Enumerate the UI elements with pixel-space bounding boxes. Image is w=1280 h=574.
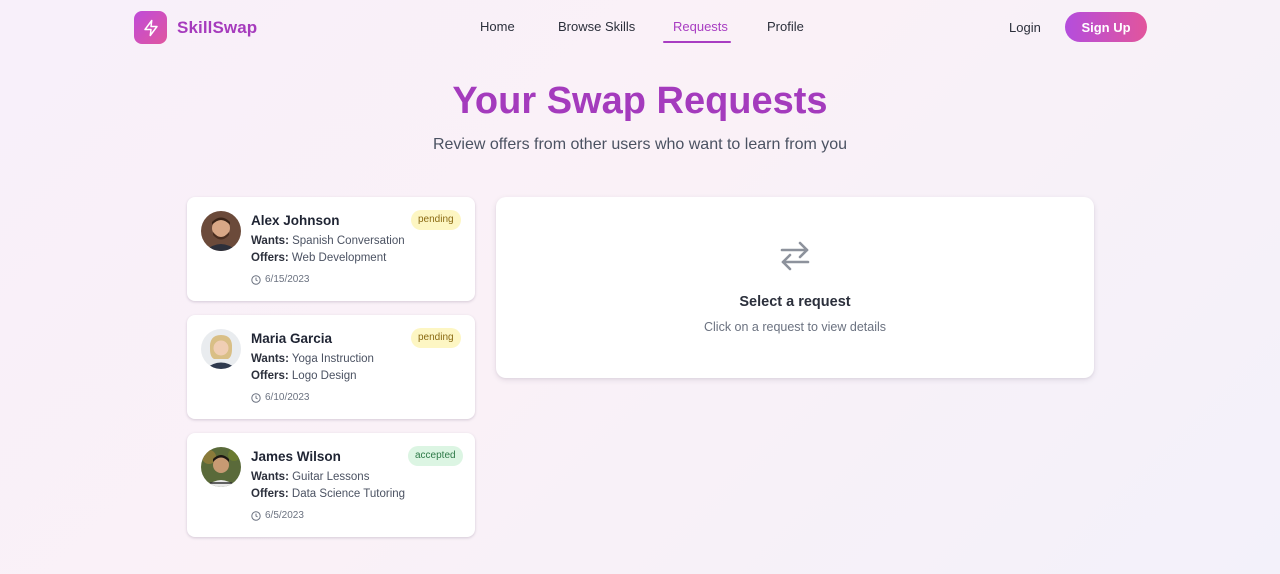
page-subtitle: Review offers from other users who want … [432, 136, 848, 153]
offers-label: Offers: [251, 370, 289, 382]
wants-value: Yoga Instruction [291, 353, 374, 365]
active-nav-indicator [663, 41, 731, 43]
nav-home[interactable]: Home [480, 19, 515, 34]
swap-arrows-icon [778, 239, 812, 278]
request-card[interactable]: Maria Garcia pending Wants: Yoga Instruc… [187, 315, 475, 419]
wants-value: Spanish Conversation [292, 235, 405, 247]
wants-label: Wants: [251, 235, 289, 247]
offers-line: Offers: Logo Design [251, 370, 356, 382]
clock-icon [251, 392, 261, 403]
requester-name: Maria Garcia [251, 331, 333, 346]
requester-name: James Wilson [251, 449, 341, 464]
brand-logo-link[interactable]: SkillSwap [134, 11, 257, 44]
nav-requests[interactable]: Requests [673, 19, 728, 34]
date-value: 6/10/2023 [265, 392, 310, 403]
date-value: 6/15/2023 [265, 274, 310, 285]
nav-browse-skills[interactable]: Browse Skills [558, 19, 635, 34]
offers-line: Offers: Web Development [251, 252, 386, 264]
lightning-bolt-icon [134, 11, 167, 44]
wants-label: Wants: [251, 471, 289, 483]
wants-label: Wants: [251, 353, 289, 365]
offers-label: Offers: [251, 252, 289, 264]
request-card[interactable]: James Wilson accepted Wants: Guitar Less… [187, 433, 475, 537]
status-badge: pending [411, 210, 461, 230]
empty-state-subtitle: Click on a request to view details [703, 320, 887, 334]
offers-value: Logo Design [291, 370, 357, 382]
request-card[interactable]: Alex Johnson pending Wants: Spanish Conv… [187, 197, 475, 301]
status-badge: accepted [408, 446, 463, 466]
signup-button[interactable]: Sign Up [1065, 12, 1147, 42]
wants-value: Guitar Lessons [292, 471, 370, 483]
request-date: 6/10/2023 [251, 392, 310, 403]
empty-state-title: Select a request [739, 294, 851, 310]
offers-label: Offers: [251, 488, 289, 500]
offers-value: Data Science Tutoring [291, 488, 406, 500]
request-date: 6/15/2023 [251, 274, 310, 285]
brand-name: SkillSwap [177, 17, 258, 37]
offers-value: Web Development [291, 252, 387, 264]
wants-line: Wants: Spanish Conversation [251, 235, 405, 247]
nav-profile[interactable]: Profile [767, 19, 804, 34]
clock-icon [251, 510, 261, 521]
wants-line: Wants: Guitar Lessons [251, 471, 369, 483]
requester-name: Alex Johnson [251, 213, 340, 228]
wants-line: Wants: Yoga Instruction [251, 353, 374, 365]
request-date: 6/5/2023 [251, 510, 304, 521]
date-value: 6/5/2023 [265, 510, 304, 521]
avatar [201, 329, 241, 369]
offers-line: Offers: Data Science Tutoring [251, 488, 405, 500]
avatar [201, 447, 241, 487]
page-title: Your Swap Requests [452, 80, 828, 122]
status-badge: pending [411, 328, 461, 348]
clock-icon [251, 274, 261, 285]
request-detail-panel: Select a request Click on a request to v… [496, 197, 1094, 378]
login-link[interactable]: Login [1009, 20, 1041, 35]
avatar [201, 211, 241, 251]
top-navbar: SkillSwap Home Browse Skills Requests Pr… [0, 0, 1280, 56]
